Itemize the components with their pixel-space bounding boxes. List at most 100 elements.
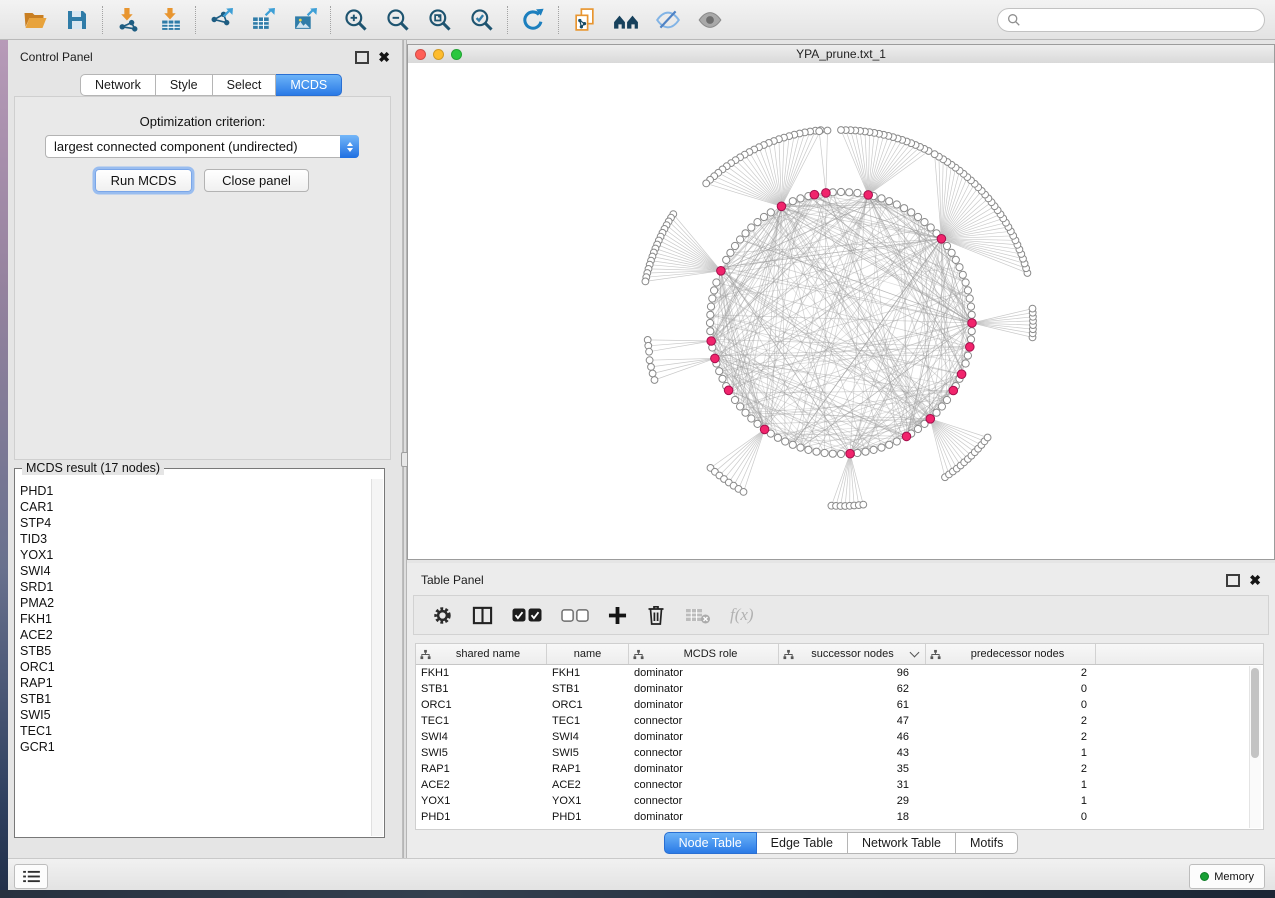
close-table-panel-button[interactable]: ✖ (1249, 575, 1261, 585)
network-canvas[interactable] (408, 63, 1274, 559)
maximize-window-icon[interactable] (451, 49, 462, 60)
mcds-result-title: MCDS result (17 nodes) (22, 461, 164, 475)
mcds-result-item[interactable]: FKH1 (20, 611, 370, 627)
table-row[interactable]: TEC1TEC1connector472 (416, 713, 1263, 729)
mcds-result-item[interactable]: TID3 (20, 531, 370, 547)
table-cell: STB1 (416, 683, 547, 695)
table-cell: PHD1 (416, 811, 547, 823)
close-panel-button[interactable]: ✖ (378, 52, 390, 62)
mcds-result-list[interactable]: PHD1CAR1STP4TID3YOX1SWI4SRD1PMA2FKH1ACE2… (20, 483, 370, 834)
mcds-result-item[interactable]: PMA2 (20, 595, 370, 611)
zoom-out-icon[interactable] (385, 7, 411, 33)
import-network-icon[interactable] (115, 7, 141, 33)
mcds-result-item[interactable]: PHD1 (20, 483, 370, 499)
column-header[interactable]: predecessor nodes (926, 644, 1096, 664)
delete-table-icon (685, 606, 711, 624)
table-scrollbar[interactable] (1249, 666, 1261, 828)
mcds-result-item[interactable]: STP4 (20, 515, 370, 531)
table-row[interactable]: ACE2ACE2connector311 (416, 777, 1263, 793)
mcds-result-item[interactable]: SWI4 (20, 563, 370, 579)
export-image-icon[interactable] (292, 7, 318, 33)
show-all-icon[interactable] (697, 7, 723, 33)
table-scrollbar-thumb[interactable] (1251, 668, 1259, 758)
optimization-criterion-label: Optimization criterion: (15, 114, 390, 129)
mcds-result-item[interactable]: TEC1 (20, 723, 370, 739)
delete-column-trash-icon[interactable] (646, 604, 666, 626)
table-row[interactable]: YOX1YOX1connector291 (416, 793, 1263, 809)
import-table-icon[interactable] (157, 7, 183, 33)
mcds-result-item[interactable]: CAR1 (20, 499, 370, 515)
table-cell: FKH1 (547, 667, 629, 679)
table-row[interactable]: SWI4SWI4dominator462 (416, 729, 1263, 745)
create-column-plus-icon[interactable] (608, 606, 627, 625)
column-header[interactable]: shared name (416, 644, 547, 664)
apply-layout-icon[interactable] (520, 7, 546, 33)
tab-select[interactable]: Select (213, 74, 277, 96)
mcds-result-item[interactable]: RAP1 (20, 675, 370, 691)
table-row[interactable]: ORC1ORC1dominator610 (416, 697, 1263, 713)
mcds-result-item[interactable]: SRD1 (20, 579, 370, 595)
zoom-fit-icon[interactable] (427, 7, 453, 33)
tab-mcds[interactable]: MCDS (276, 74, 342, 96)
new-network-from-selection-icon[interactable] (571, 7, 597, 33)
float-table-panel-button[interactable] (1226, 574, 1240, 587)
minimize-window-icon[interactable] (433, 49, 444, 60)
zoom-in-icon[interactable] (343, 7, 369, 33)
export-network-icon[interactable] (208, 7, 234, 33)
table-cell: 0 (926, 811, 1096, 823)
tab-network[interactable]: Network (80, 74, 156, 96)
table-row[interactable]: FKH1FKH1dominator962 (416, 665, 1263, 681)
table-cell: ORC1 (416, 699, 547, 711)
mcds-result-item[interactable]: YOX1 (20, 547, 370, 563)
tab-style[interactable]: Style (156, 74, 213, 96)
network-graph (408, 63, 1274, 559)
column-header[interactable]: successor nodes (779, 644, 926, 664)
close-window-icon[interactable] (415, 49, 426, 60)
task-history-button[interactable] (14, 864, 48, 889)
mcds-result-item[interactable]: STB1 (20, 691, 370, 707)
table-cell: TEC1 (547, 715, 629, 727)
tab-node-table[interactable]: Node Table (664, 832, 757, 854)
table-row[interactable]: STB1STB1dominator620 (416, 681, 1263, 697)
mcds-result-item[interactable]: GCR1 (20, 739, 370, 755)
export-table-icon[interactable] (250, 7, 276, 33)
column-header[interactable]: MCDS role (629, 644, 779, 664)
mcds-result-item[interactable]: STB5 (20, 643, 370, 659)
tab-edge-table[interactable]: Edge Table (757, 832, 848, 854)
network-window-titlebar[interactable]: YPA_prune.txt_1 (408, 45, 1274, 64)
column-header[interactable]: name (547, 644, 629, 664)
optimization-criterion-dropdown[interactable]: largest connected component (undirected) (45, 135, 359, 158)
table-settings-gear-icon[interactable] (432, 605, 453, 626)
desktop-wallpaper-bottom (0, 890, 1275, 898)
table-row[interactable]: SWI5SWI5connector431 (416, 745, 1263, 761)
zoom-selected-icon[interactable] (469, 7, 495, 33)
table-row[interactable]: RAP1RAP1dominator352 (416, 761, 1263, 777)
table-cell: 1 (926, 795, 1096, 807)
open-file-icon[interactable] (22, 7, 48, 33)
save-icon[interactable] (64, 7, 90, 33)
table-cell: RAP1 (416, 763, 547, 775)
tab-motifs[interactable]: Motifs (956, 832, 1018, 854)
show-column-panel-icon[interactable] (472, 605, 493, 626)
mcds-result-item[interactable]: ORC1 (20, 659, 370, 675)
deselect-all-rows-icon[interactable] (561, 609, 589, 622)
run-mcds-button[interactable]: Run MCDS (95, 169, 192, 192)
mcds-result-item[interactable]: SWI5 (20, 707, 370, 723)
table-cell: 2 (926, 667, 1096, 679)
table-row[interactable]: PHD1PHD1dominator180 (416, 809, 1263, 825)
hide-selected-icon[interactable] (655, 7, 681, 33)
mcds-result-item[interactable]: ACE2 (20, 627, 370, 643)
search-input[interactable] (1027, 12, 1255, 28)
float-panel-button[interactable] (355, 51, 369, 64)
close-panel-button-mcds[interactable]: Close panel (204, 169, 309, 192)
table-cell: dominator (629, 699, 779, 711)
table-cell: dominator (629, 683, 779, 695)
select-all-rows-icon[interactable] (512, 608, 542, 622)
mcds-result-scrollbar[interactable] (371, 479, 383, 836)
table-cell: PHD1 (547, 811, 629, 823)
memory-button[interactable]: Memory (1189, 864, 1265, 889)
search-field[interactable] (997, 8, 1265, 32)
first-neighbors-icon[interactable] (613, 7, 639, 33)
table-cell: YOX1 (416, 795, 547, 807)
tab-network-table[interactable]: Network Table (848, 832, 956, 854)
